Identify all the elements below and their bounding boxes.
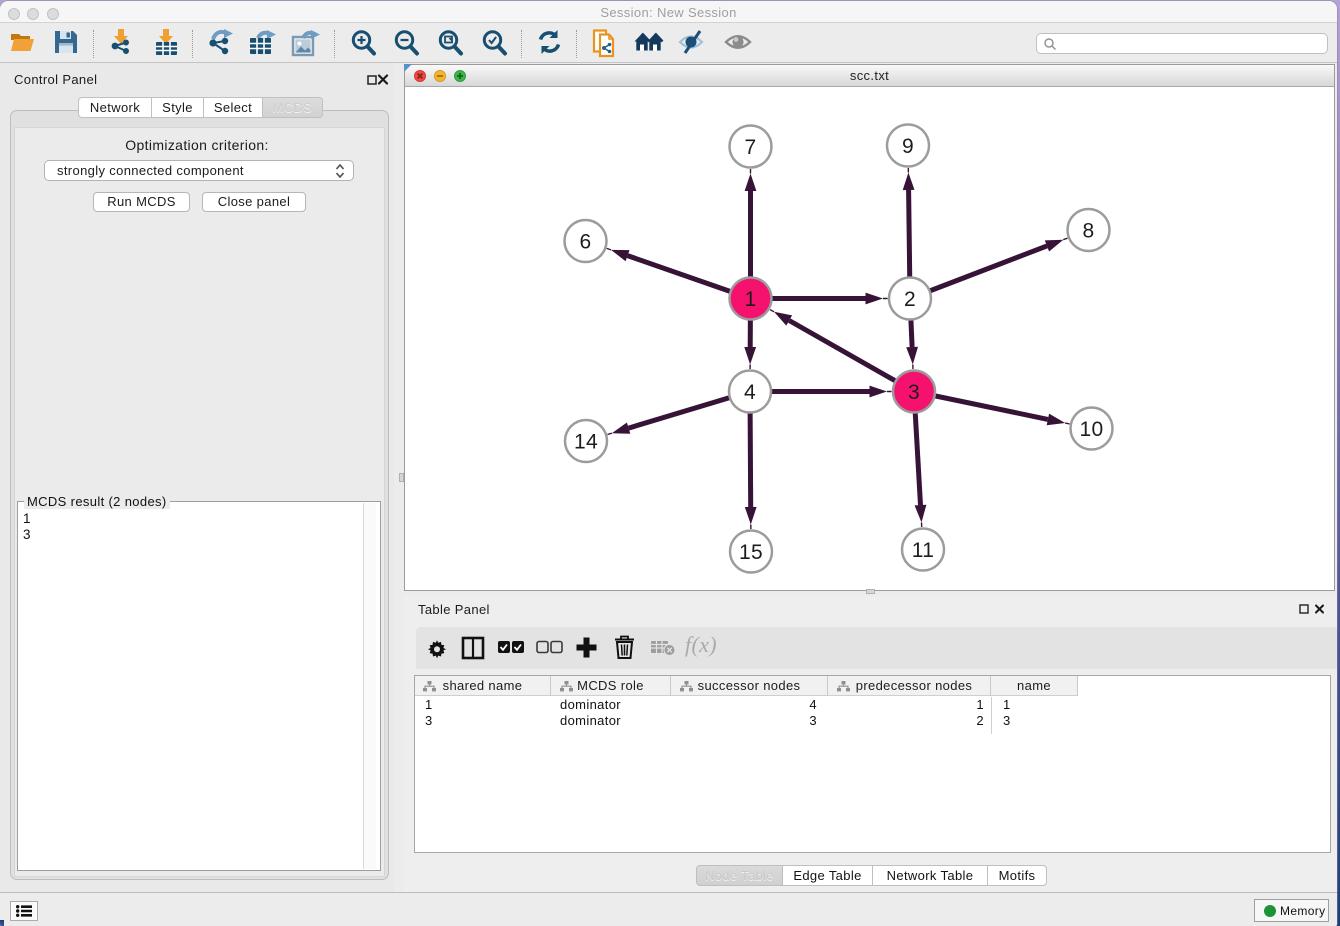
svg-text:6: 6 bbox=[579, 230, 591, 253]
svg-text:15: 15 bbox=[739, 541, 763, 564]
svg-text:11: 11 bbox=[912, 539, 935, 562]
svg-text:10: 10 bbox=[1079, 418, 1103, 441]
svg-text:8: 8 bbox=[1082, 219, 1094, 242]
svg-text:7: 7 bbox=[744, 136, 756, 159]
svg-text:14: 14 bbox=[574, 430, 598, 453]
svg-text:4: 4 bbox=[744, 381, 756, 404]
svg-text:9: 9 bbox=[902, 135, 914, 158]
svg-text:3: 3 bbox=[908, 381, 920, 404]
svg-text:2: 2 bbox=[904, 288, 916, 311]
svg-text:1: 1 bbox=[744, 288, 756, 311]
